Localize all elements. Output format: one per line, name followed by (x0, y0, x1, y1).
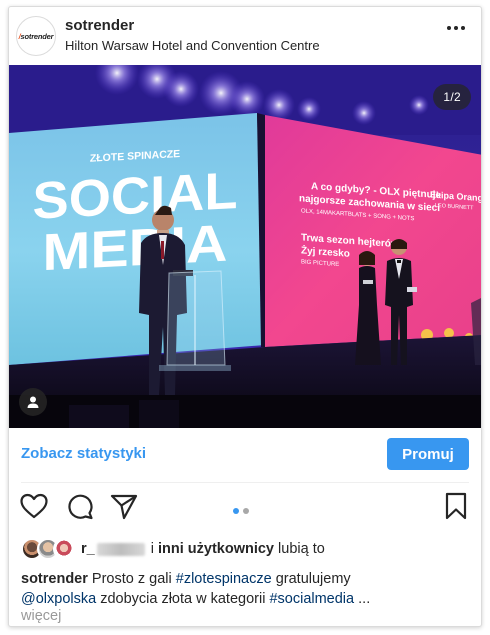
carousel-dot (243, 508, 249, 514)
carousel-indicator (233, 508, 249, 514)
caption-username[interactable]: sotrender (21, 571, 88, 587)
divider (21, 482, 469, 483)
comment-button[interactable] (65, 491, 95, 521)
avatar-logo: /sotrender (18, 31, 54, 41)
redacted-name (96, 542, 145, 556)
liker-avatars[interactable] (21, 538, 77, 560)
carousel-counter: 1/2 (433, 84, 471, 110)
view-insights-link[interactable]: Zobacz statystyki (21, 445, 146, 462)
caption-text: gratulujemy (275, 571, 351, 587)
more-link[interactable]: więcej (21, 608, 62, 624)
location-link[interactable]: Hilton Warsaw Hotel and Convention Centr… (65, 38, 320, 53)
caption-text: Prosto z gali (91, 571, 172, 587)
avatar[interactable]: /sotrender (16, 16, 56, 56)
likes-row: r_ i inni użytkownicy lubią to (21, 538, 325, 560)
promote-button[interactable]: Promuj (387, 438, 469, 470)
post-header: /sotrender sotrender Hilton Warsaw Hotel… (9, 7, 481, 65)
carousel-dot-active (233, 508, 239, 514)
more-options-button[interactable] (445, 21, 467, 35)
likes-summary[interactable]: i inni użytkownicy lubią to (151, 541, 325, 557)
send-icon (110, 494, 138, 520)
caption: sotrender Prosto z gali #zlotespinacze g… (21, 569, 471, 609)
comment-icon (68, 494, 93, 520)
like-button[interactable] (19, 491, 49, 521)
avatar (53, 538, 75, 560)
bookmark-icon (445, 492, 467, 520)
post-image[interactable]: ZŁOTE SPINACZE SOCIAL MEDIA A co gdyby? … (9, 65, 481, 428)
action-bar (9, 491, 481, 531)
post-card: /sotrender sotrender Hilton Warsaw Hotel… (8, 6, 482, 627)
save-button[interactable] (441, 491, 471, 521)
hashtag-link[interactable]: #zlotespinacze (176, 571, 272, 587)
username[interactable]: sotrender (65, 17, 134, 34)
caption-text: zdobycia złota w kategorii (100, 591, 266, 607)
share-button[interactable] (109, 491, 139, 521)
mention-link[interactable]: @olxpolska (21, 591, 96, 607)
caption-ellipsis: ... (358, 591, 371, 607)
hashtag-link[interactable]: #socialmedia (269, 591, 354, 607)
more-horizontal-icon (447, 26, 451, 30)
stage-photo: ZŁOTE SPINACZE SOCIAL MEDIA A co gdyby? … (9, 65, 481, 428)
user-tag-icon[interactable] (19, 388, 47, 416)
heart-icon (20, 493, 48, 519)
insights-row: Zobacz statystyki Promuj (9, 428, 481, 483)
liker-username[interactable]: r_ (81, 541, 145, 557)
